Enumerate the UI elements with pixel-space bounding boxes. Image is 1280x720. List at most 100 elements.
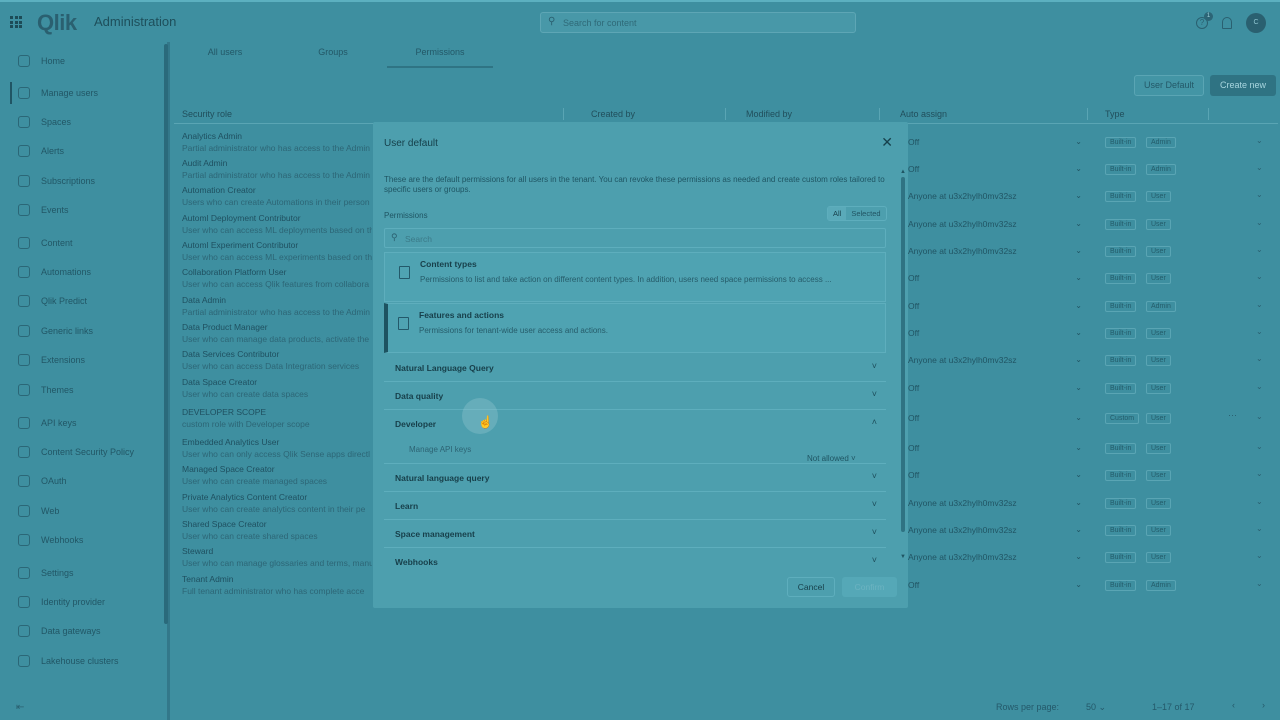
sidebar-item-webhooks[interactable]: Webhooks — [10, 529, 158, 551]
permission-value-select[interactable]: Not allowed ˅ — [807, 454, 856, 463]
sidebar-item-spaces[interactable]: Spaces — [10, 111, 158, 133]
accordion-space-management[interactable]: Space management ˅ — [384, 520, 886, 548]
row-expand-icon[interactable]: ⌄ — [1256, 442, 1263, 451]
sidebar-item-settings[interactable]: Settings — [10, 562, 158, 584]
global-search-input[interactable] — [563, 15, 843, 30]
scroll-down-icon[interactable]: ▼ — [900, 554, 906, 560]
role-name[interactable]: Managed Space Creator — [182, 464, 372, 474]
sidebar-item-generic-links[interactable]: Generic links — [10, 320, 158, 342]
dialog-scrollbar[interactable] — [901, 177, 905, 532]
auto-assign-select[interactable]: Anyone at u3x2hylh0mv32sz ⌄ — [908, 498, 1082, 508]
cancel-button[interactable]: Cancel — [787, 577, 835, 597]
column-type[interactable]: Type — [1105, 109, 1125, 119]
permissions-search-input[interactable] — [405, 232, 875, 245]
role-name[interactable]: Steward — [182, 546, 372, 556]
sidebar-scrollbar[interactable] — [164, 44, 168, 624]
next-page-icon[interactable]: › — [1262, 700, 1265, 710]
role-name[interactable]: Data Space Creator — [182, 377, 372, 387]
tab-groups[interactable]: Groups — [283, 42, 383, 68]
rows-per-page-select[interactable]: 50 ⌄ — [1086, 702, 1106, 713]
row-expand-icon[interactable]: ⌄ — [1256, 579, 1263, 588]
accordion-natural-language-query[interactable]: Natural Language Query ˅ — [384, 354, 886, 382]
role-name[interactable]: Data Product Manager — [182, 322, 372, 332]
more-options-icon[interactable]: ⋯ — [1228, 410, 1237, 421]
row-expand-icon[interactable]: ⌄ — [1256, 524, 1263, 533]
sidebar-item-content[interactable]: Content — [10, 232, 158, 254]
row-expand-icon[interactable]: ⌄ — [1256, 272, 1263, 281]
filter-selected-button[interactable]: Selected — [846, 207, 885, 220]
auto-assign-select[interactable]: Off ⌄ — [908, 273, 1082, 283]
row-expand-icon[interactable]: ⌄ — [1256, 469, 1263, 478]
column-auto-assign[interactable]: Auto assign — [900, 109, 947, 119]
prev-page-icon[interactable]: ‹ — [1232, 700, 1235, 710]
sidebar-item-qlik-predict[interactable]: Qlik Predict — [10, 290, 158, 312]
auto-assign-select[interactable]: Off ⌄ — [908, 470, 1082, 480]
help-icon[interactable]: ? 1 — [1196, 12, 1213, 29]
auto-assign-select[interactable]: Anyone at u3x2hylh0mv32sz ⌄ — [908, 219, 1082, 229]
column-divider[interactable] — [725, 108, 726, 120]
auto-assign-select[interactable]: Off ⌄ — [908, 580, 1082, 590]
role-name[interactable]: Tenant Admin — [182, 574, 372, 584]
row-expand-icon[interactable]: ⌄ — [1256, 300, 1263, 309]
accordion-natural-language-query[interactable]: Natural language query ˅ — [384, 464, 886, 492]
tab-all-users[interactable]: All users — [175, 42, 275, 68]
auto-assign-select[interactable]: Off ⌄ — [908, 137, 1082, 147]
column-modified-by[interactable]: Modified by — [746, 109, 792, 119]
sidebar-item-oauth[interactable]: OAuth — [10, 470, 158, 492]
create-new-button[interactable]: Create new — [1210, 75, 1276, 96]
row-expand-icon[interactable]: ⌄ — [1256, 382, 1263, 391]
role-name[interactable]: Automl Deployment Contributor — [182, 213, 372, 223]
qlik-logo[interactable]: Qlik — [37, 10, 77, 36]
auto-assign-select[interactable]: Off ⌄ — [908, 328, 1082, 338]
auto-assign-select[interactable]: Anyone at u3x2hylh0mv32sz ⌄ — [908, 246, 1082, 256]
row-expand-icon[interactable]: ⌄ — [1256, 163, 1263, 172]
filter-all-button[interactable]: All — [828, 207, 847, 220]
column-divider[interactable] — [879, 108, 880, 120]
role-name[interactable]: Embedded Analytics User — [182, 437, 372, 447]
sidebar-item-home[interactable]: Home — [10, 50, 158, 72]
row-expand-icon[interactable]: ⌄ — [1256, 327, 1263, 336]
role-name[interactable]: Automation Creator — [182, 185, 372, 195]
auto-assign-select[interactable]: Anyone at u3x2hylh0mv32sz ⌄ — [908, 552, 1082, 562]
accordion-data-quality[interactable]: Data quality ˅ — [384, 382, 886, 410]
role-name[interactable]: Audit Admin — [182, 158, 372, 168]
permissions-search[interactable]: ⚲ — [384, 228, 886, 248]
bell-icon[interactable] — [1222, 17, 1232, 29]
auto-assign-select[interactable]: Anyone at u3x2hylh0mv32sz ⌄ — [908, 355, 1082, 365]
collapse-sidebar-icon[interactable]: ⇤ — [16, 702, 24, 713]
role-name[interactable]: Shared Space Creator — [182, 519, 372, 529]
accordion-webhooks[interactable]: Webhooks ˅ — [384, 548, 886, 567]
sidebar-item-alerts[interactable]: Alerts — [10, 140, 158, 162]
auto-assign-select[interactable]: Anyone at u3x2hylh0mv32sz ⌄ — [908, 191, 1082, 201]
column-created-by[interactable]: Created by — [591, 109, 635, 119]
row-expand-icon[interactable]: ⌄ — [1256, 497, 1263, 506]
auto-assign-select[interactable]: Off ⌄ — [908, 164, 1082, 174]
row-expand-icon[interactable]: ⌄ — [1256, 136, 1263, 145]
column-divider[interactable] — [1087, 108, 1088, 120]
close-icon[interactable]: ✕ — [881, 134, 893, 151]
column-divider[interactable] — [1208, 108, 1209, 120]
role-name[interactable]: Data Admin — [182, 295, 372, 305]
sidebar-item-api-keys[interactable]: API keys — [10, 412, 158, 434]
sidebar-item-automations[interactable]: Automations — [10, 261, 158, 283]
role-name[interactable]: Collaboration Platform User — [182, 267, 372, 277]
sidebar-item-csp[interactable]: Content Security Policy — [10, 441, 158, 463]
role-name[interactable]: Data Services Contributor — [182, 349, 372, 359]
auto-assign-select[interactable]: Off ⌄ — [908, 443, 1082, 453]
row-expand-icon[interactable]: ⌄ — [1256, 354, 1263, 363]
role-name[interactable]: Analytics Admin — [182, 131, 372, 141]
row-expand-icon[interactable]: ⌄ — [1256, 551, 1263, 560]
row-expand-icon[interactable]: ⌄ — [1256, 190, 1263, 199]
role-name[interactable]: DEVELOPER SCOPE — [182, 407, 372, 417]
confirm-button[interactable]: Confirm — [842, 577, 897, 597]
sidebar-item-events[interactable]: Events — [10, 199, 158, 221]
sidebar-item-manage-users[interactable]: Manage users — [10, 82, 158, 104]
global-search[interactable]: ⚲ — [540, 12, 856, 33]
row-expand-icon[interactable]: ⌄ — [1256, 245, 1263, 254]
sidebar-item-identity-provider[interactable]: Identity provider — [10, 591, 158, 613]
category-content-types[interactable]: Content types Permissions to list and ta… — [384, 252, 886, 302]
role-name[interactable]: Automl Experiment Contributor — [182, 240, 372, 250]
auto-assign-select[interactable]: Anyone at u3x2hylh0mv32sz ⌄ — [908, 525, 1082, 535]
app-launcher-icon[interactable] — [10, 16, 22, 28]
sidebar-item-web[interactable]: Web — [10, 500, 158, 522]
